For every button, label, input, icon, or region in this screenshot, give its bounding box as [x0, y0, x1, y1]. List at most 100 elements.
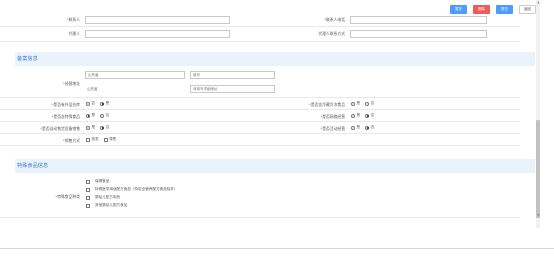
event-yes-option[interactable]: 是: [351, 125, 360, 130]
special-food-types-row: *特殊食品种类 保健食品 特殊医学用途配方食品（特定全营养配方食品除外） 婴幼儿…: [0, 176, 520, 218]
agent-input[interactable]: [85, 30, 230, 38]
cold-label-wrap: *是否含冷藏冷冻食品: [260, 102, 345, 108]
radio-yes-label: 是: [356, 125, 361, 129]
type-health-food[interactable]: 保健食品: [86, 179, 109, 184]
radio-no[interactable]: [100, 113, 105, 118]
radio-yes[interactable]: [86, 113, 90, 118]
contact-row: *联系人 *联系人电话: [0, 13, 520, 27]
agent-contact-label: 代理人联系方式: [318, 31, 345, 36]
contact-phone-input[interactable]: [350, 16, 487, 24]
warehouse-label-wrap: *是否有外设仓库: [0, 102, 80, 108]
cold-label: 是否含冷藏冷冻食品: [310, 102, 345, 107]
radio-no-label: 否: [105, 113, 110, 117]
radio-yes[interactable]: [100, 101, 105, 106]
address-label-wrap: *经营地址: [0, 81, 80, 87]
network-label-wrap: *是否网络经营: [260, 114, 345, 120]
checkbox[interactable]: [86, 195, 90, 200]
sales-retail-option[interactable]: 零售: [103, 137, 117, 142]
checkbox[interactable]: [86, 137, 90, 142]
radio-no[interactable]: [86, 101, 90, 106]
type-other-infant-formula[interactable]: 其他婴幼儿配方食品: [86, 203, 127, 208]
scroll-up-icon[interactable]: ▲: [537, 0, 539, 4]
address-row: *经营地址 山东省 城市 山东省 请填写详细地址: [0, 68, 520, 98]
network-yes-option[interactable]: 是: [351, 113, 360, 118]
types-label: 特殊食品种类: [57, 194, 80, 199]
network-radio-group: 是 否: [351, 113, 374, 118]
vending-no-option[interactable]: 否: [100, 125, 109, 130]
city-select[interactable]: 城市: [190, 71, 275, 79]
special-network-row: *是否含特殊食品 是 否 *是否网络经营 是 否: [0, 110, 520, 122]
radio-yes[interactable]: [351, 113, 355, 118]
cold-no-option[interactable]: 否: [365, 101, 374, 106]
submit-button[interactable]: 提交: [496, 5, 513, 14]
province-select[interactable]: 山东省: [85, 71, 185, 79]
type-label: 婴幼儿配方乳粉: [95, 195, 121, 199]
special-label-wrap: *是否含特殊食品: [0, 114, 80, 120]
warehouse-no-option[interactable]: 否: [86, 101, 95, 106]
scrollbar-thumb[interactable]: [536, 120, 540, 218]
contact-input[interactable]: [85, 16, 230, 24]
network-no-option[interactable]: 否: [365, 113, 374, 118]
radio-yes-label: 是: [356, 113, 361, 117]
back-button[interactable]: 返回: [519, 5, 536, 14]
agent-row: 代理人 代理人联系方式: [0, 27, 520, 42]
type-label: 保健食品: [95, 179, 110, 183]
special-no-option[interactable]: 否: [100, 113, 109, 118]
sales-row: *销售方式 批发 零售: [0, 134, 520, 146]
radio-no[interactable]: [365, 101, 370, 106]
special-label: 是否含特殊食品: [53, 114, 80, 119]
radio-no[interactable]: [100, 125, 105, 130]
save-draft-button[interactable]: 暂存: [450, 5, 467, 14]
radio-yes[interactable]: [86, 125, 90, 130]
toolbar: 暂存 删除 提交 返回: [450, 5, 536, 14]
vending-label-wrap: *是否自动售货设备销售: [0, 126, 80, 132]
delete-button[interactable]: 删除: [473, 5, 490, 14]
vending-radio-group: 是 否: [86, 125, 109, 130]
contact-phone-label-wrap: *联系人电话: [260, 17, 345, 23]
radio-no-label: 否: [370, 101, 375, 105]
contact-label: 联系人: [68, 17, 80, 22]
checkbox[interactable]: [86, 187, 90, 192]
checkbox[interactable]: [86, 203, 90, 208]
checkbox[interactable]: [86, 179, 90, 184]
radio-yes-label: 是: [91, 125, 96, 129]
types-label-wrap: *特殊食品种类: [0, 194, 80, 200]
sales-checkbox-group: 批发 零售: [86, 137, 116, 142]
radio-yes-label: 是: [105, 101, 110, 105]
contact-label-wrap: *联系人: [0, 17, 80, 23]
radio-yes[interactable]: [351, 125, 355, 130]
footer-divider: [0, 248, 554, 249]
district-select[interactable]: 山东省: [85, 85, 185, 93]
sales-wholesale-option[interactable]: 批发: [86, 137, 99, 142]
checkbox[interactable]: [103, 137, 108, 142]
radio-no-label: 否: [105, 125, 110, 129]
contact-phone-label: 联系人电话: [326, 17, 345, 22]
warehouse-yes-option[interactable]: 是: [100, 101, 109, 106]
type-medical-formula[interactable]: 特殊医学用途配方食品（特定全营养配方食品除外）: [86, 187, 178, 192]
type-infant-formula-milk[interactable]: 婴幼儿配方乳粉: [86, 195, 120, 200]
vending-event-row: *是否自动售货设备销售 是 否 *是否活动经营 是 否: [0, 122, 520, 134]
filing-section-title: 备案信息: [17, 56, 38, 62]
event-no-option[interactable]: 否: [365, 125, 374, 130]
radio-yes[interactable]: [351, 101, 355, 106]
special-food-section-title: 特殊食品信息: [17, 163, 49, 169]
radio-no-label: 否: [370, 125, 375, 129]
agent-label: 代理人: [68, 31, 80, 36]
radio-no[interactable]: [365, 125, 370, 130]
special-food-section-header: 特殊食品信息: [15, 159, 535, 173]
vending-yes-option[interactable]: 是: [86, 125, 95, 130]
radio-yes-label: 是: [356, 101, 361, 105]
event-label: 是否活动经营: [322, 126, 345, 131]
wholesale-label: 批发: [91, 137, 99, 141]
cold-yes-option[interactable]: 是: [351, 101, 360, 106]
radio-yes-label: 是: [91, 113, 96, 117]
warehouse-label: 是否有外设仓库: [53, 102, 80, 107]
type-label: 特殊医学用途配方食品（特定全营养配方食品除外）: [95, 187, 178, 191]
special-yes-option[interactable]: 是: [86, 113, 95, 118]
scroll-down-icon[interactable]: ▼: [537, 213, 539, 217]
agent-contact-input[interactable]: [350, 30, 487, 38]
radio-no[interactable]: [365, 113, 370, 118]
retail-label: 零售: [109, 137, 117, 141]
address-detail-input[interactable]: 请填写详细地址: [190, 85, 275, 93]
radio-no-label: 否: [370, 113, 375, 117]
